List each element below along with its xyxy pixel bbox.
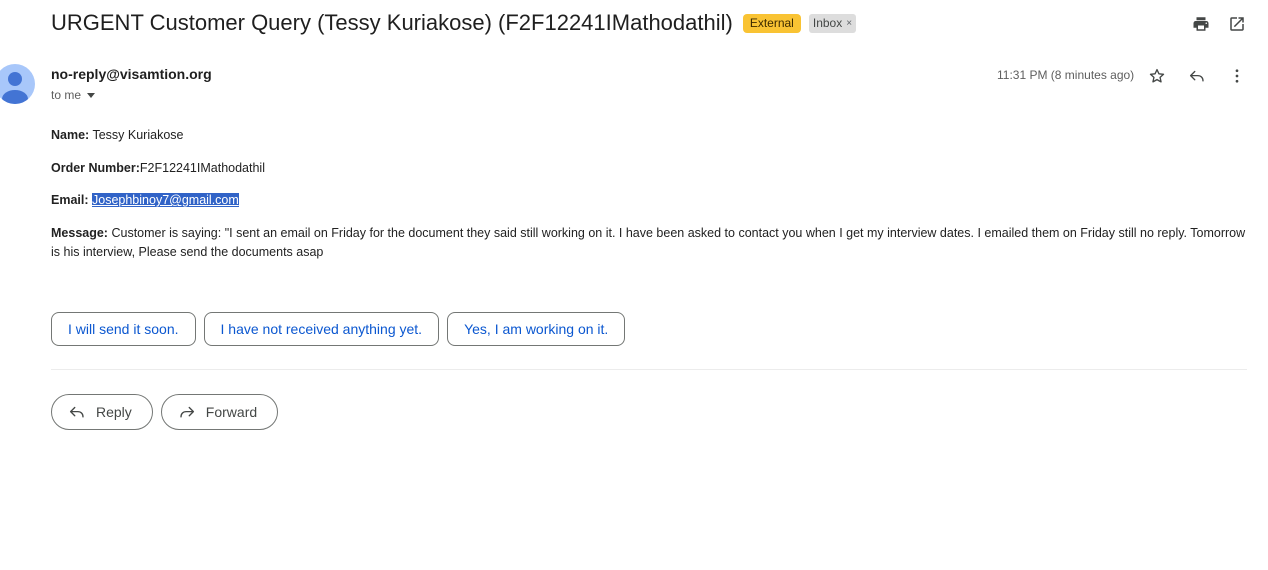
remove-label-icon[interactable]: × <box>846 16 852 31</box>
open-in-new-window-icon[interactable] <box>1225 12 1249 36</box>
smart-reply-chip[interactable]: I have not received anything yet. <box>203 312 440 346</box>
name-row: Name: Tessy Kuriakose <box>51 126 183 145</box>
message-timestamp: 11:31 PM (8 minutes ago) <box>997 68 1135 82</box>
recipient-label: to me <box>51 88 82 102</box>
subject-row: URGENT Customer Query (Tessy Kuriakose) … <box>51 8 857 38</box>
name-value: Tessy Kuriakose <box>92 128 184 142</box>
sender-address[interactable]: no-reply@visamtion.org <box>51 66 212 82</box>
forward-button[interactable]: Forward <box>160 394 279 430</box>
external-label: External <box>742 13 801 33</box>
sender-avatar[interactable] <box>0 64 35 104</box>
reply-actions: Reply Forward <box>51 394 279 430</box>
email-link[interactable]: Josephbinoy7@gmail.com <box>92 193 239 207</box>
more-options-icon[interactable] <box>1225 64 1249 88</box>
print-icon[interactable] <box>1189 12 1213 36</box>
email-subject: URGENT Customer Query (Tessy Kuriakose) … <box>51 10 733 35</box>
message-text: Customer is saying: "I sent an email on … <box>51 226 1246 259</box>
forward-icon <box>180 406 194 418</box>
inbox-label-text: Inbox <box>812 15 843 30</box>
message-row: Message: Customer is saying: "I sent an … <box>51 224 1246 262</box>
name-label: Name: <box>51 128 90 142</box>
order-label: Order Number: <box>51 161 140 175</box>
email-row: Email: Josephbinoy7@gmail.com <box>51 191 239 210</box>
order-value: F2F12241IMathodathil <box>139 161 265 175</box>
smart-reply-chip[interactable]: I will send it soon. <box>51 312 196 346</box>
email-label: Email: <box>51 193 89 207</box>
smart-replies: I will send it soon. I have not received… <box>51 312 626 346</box>
order-row: Order Number:F2F12241IMathodathil <box>51 159 265 178</box>
reply-button[interactable]: Reply <box>51 394 153 430</box>
smart-reply-chip[interactable]: Yes, I am working on it. <box>447 312 626 346</box>
recipient-details[interactable]: to me <box>51 88 212 102</box>
chevron-down-icon[interactable] <box>87 92 96 98</box>
reply-button-label: Reply <box>96 404 132 420</box>
reply-icon[interactable] <box>1185 64 1209 88</box>
inbox-label[interactable]: Inbox × <box>808 13 857 33</box>
message-label: Message: <box>51 226 108 240</box>
reply-icon <box>69 406 84 418</box>
forward-button-label: Forward <box>205 404 258 420</box>
sender-block: no-reply@visamtion.org to me <box>51 66 212 102</box>
divider <box>51 369 1247 370</box>
star-icon[interactable] <box>1145 64 1169 88</box>
